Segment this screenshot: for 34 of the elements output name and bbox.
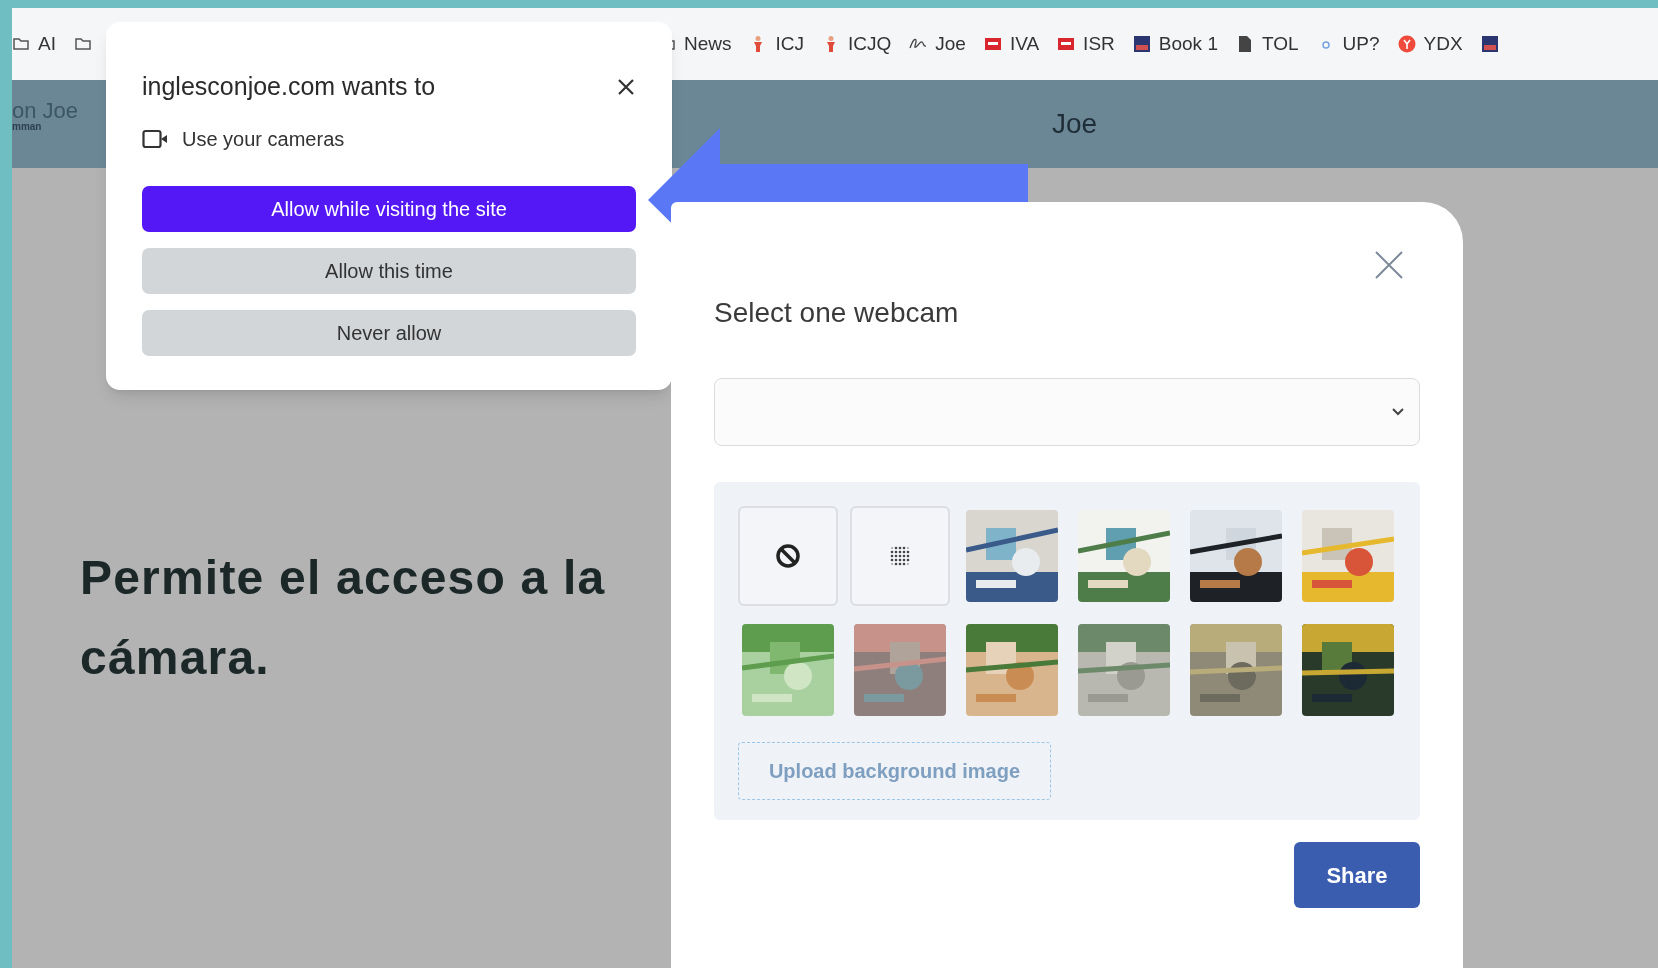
permission-button[interactable]: Allow while visiting the site	[142, 185, 636, 232]
bookmark-item[interactable]: TOL	[1235, 29, 1299, 59]
close-icon[interactable]	[616, 76, 636, 97]
book-icon	[1480, 35, 1499, 53]
prohibited-icon	[775, 543, 801, 569]
bookmark-item[interactable]: YDX	[1397, 29, 1463, 59]
bookmark-item[interactable]: AI	[12, 29, 56, 59]
bookmark-item[interactable]: Book 1	[1132, 29, 1218, 59]
flag-icon	[1057, 35, 1076, 53]
bookmark-item[interactable]: ICJ	[749, 29, 804, 59]
bookmark-item[interactable]: ICJQ	[821, 29, 892, 59]
folder-icon	[12, 35, 30, 53]
circle-logo-icon	[1397, 35, 1416, 53]
site-title: Joe	[1052, 107, 1098, 141]
share-button[interactable]: Share	[1294, 842, 1420, 908]
permission-label: Use your cameras	[182, 126, 345, 152]
instruction-text: Permite el acceso a la cámara.	[80, 550, 607, 686]
bookmark-item[interactable]: ISR	[1057, 29, 1115, 59]
bookmark-item[interactable]: UP?	[1316, 29, 1380, 59]
bookmark-item[interactable]: Joe	[909, 29, 966, 59]
permission-button[interactable]: Never allow	[142, 309, 636, 356]
permission-button[interactable]: Allow this time	[142, 247, 636, 294]
bookmark-item[interactable]: IVA	[983, 29, 1040, 59]
bookmark-item[interactable]	[1480, 35, 1499, 53]
folder-icon	[73, 35, 92, 53]
book-icon	[1132, 35, 1151, 53]
no-background-option[interactable]	[738, 506, 838, 606]
dialog-title: Select one webcam	[714, 296, 960, 330]
camera-icon	[142, 128, 168, 149]
blur-icon	[889, 545, 911, 567]
flag-icon	[983, 35, 1002, 53]
site-logo-subtext: mman	[12, 122, 43, 132]
popup-title: inglesconjoe.com wants to	[142, 71, 436, 102]
chevron-down-icon	[1391, 407, 1405, 417]
